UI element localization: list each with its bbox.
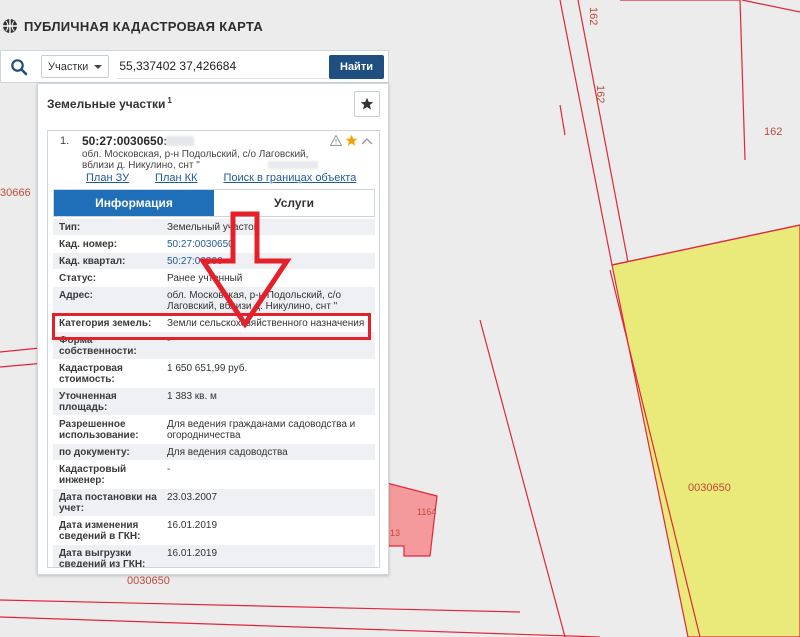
search-type-label: Участки	[48, 60, 89, 73]
property-row: по документу: Для ведения садоводства	[53, 444, 375, 461]
property-label: Дата изменения сведений в ГКН:	[59, 520, 141, 542]
property-label: Разрешенное использование:	[59, 419, 139, 441]
favorites-button[interactable]	[354, 91, 380, 117]
chevron-down-icon	[94, 64, 103, 69]
map-label-right-small: 162	[764, 126, 782, 138]
property-value: 16.01.2019	[167, 520, 218, 531]
star-icon[interactable]	[345, 134, 358, 147]
property-label: по документу:	[59, 447, 130, 458]
result-index: 1.	[60, 135, 70, 147]
property-row: Кадастровая стоимость: 1 650 651,99 руб.	[53, 360, 375, 388]
result-count: 1	[167, 96, 172, 105]
warning-icon[interactable]	[330, 135, 342, 146]
panel-header: Земельные участки 1	[38, 84, 388, 122]
property-value: 1 650 651,99 руб.	[167, 363, 248, 374]
search-input[interactable]	[117, 54, 330, 79]
result-icons	[330, 134, 373, 147]
annotation-arrow-icon	[198, 211, 292, 329]
property-label: Дата постановки на учет:	[59, 492, 157, 514]
property-label: Статус:	[59, 273, 97, 284]
property-value: 16.01.2019	[167, 548, 218, 559]
annotation-highlight-box	[52, 313, 371, 340]
property-value: Для ведения гражданами садоводства и ого…	[167, 419, 356, 441]
property-value: 1 383 кв. м	[167, 391, 217, 402]
panel-title-text: Земельные участки	[47, 97, 166, 111]
property-label: Кад. номер:	[59, 239, 118, 250]
property-value: 23.03.2007	[167, 492, 218, 503]
map-label-road-top: 162	[587, 7, 599, 25]
star-icon	[360, 97, 374, 110]
map-label-parcel-right: 0030650	[688, 482, 731, 494]
map-label-road-mid: 162	[594, 85, 606, 103]
find-button[interactable]: Найти	[329, 55, 384, 79]
map-label-parcel-left: 30666	[0, 187, 31, 199]
property-row: Кадастровый инженер: -	[53, 461, 375, 489]
redacted-mark	[166, 136, 194, 146]
search-bar: Участки × Найти	[0, 50, 389, 83]
map-label-building: 1164	[417, 507, 436, 517]
property-row: Разрешенное использование: Для ведения гр…	[53, 416, 375, 444]
property-label: Адрес:	[59, 290, 93, 301]
property-row: Уточненная площадь: 1 383 кв. м	[53, 388, 375, 416]
property-label: Дата выгрузки сведений из ГКН:	[59, 548, 146, 568]
app-title: ПУБЛИЧНАЯ КАДАСТРОВАЯ КАРТА	[24, 18, 264, 34]
panel-title: Земельные участки 1	[47, 96, 172, 111]
map-label-building-edge: 13	[390, 528, 400, 538]
property-label: Тип:	[59, 222, 81, 233]
result-cad-number: 50:27:0030650:	[82, 134, 168, 148]
property-value: Для ведения садоводства	[167, 447, 288, 458]
property-row: Дата постановки на учет: 23.03.2007	[53, 489, 375, 517]
redacted-mark	[268, 161, 318, 169]
app-header: ПУБЛИЧНАЯ КАДАСТРОВАЯ КАРТА	[0, 12, 263, 40]
map-label-parcel-bottom: 0030650	[127, 575, 170, 587]
property-label: Кадастровая стоимость:	[59, 363, 123, 385]
chevron-up-icon[interactable]	[361, 137, 373, 145]
app-logo-icon	[3, 19, 17, 33]
property-label: Кадастровый инженер:	[59, 464, 127, 486]
result-card[interactable]: 1. 50:27:0030650: обл. Московская, р-н П…	[47, 130, 380, 568]
property-row: Дата изменения сведений в ГКН: 16.01.2019	[53, 517, 375, 545]
property-value: -	[167, 464, 171, 475]
search-type-select[interactable]: Участки	[41, 55, 110, 78]
property-label: Уточненная площадь:	[59, 391, 117, 413]
property-label: Кад. квартал:	[59, 256, 126, 267]
search-icon[interactable]	[1, 51, 37, 82]
property-row: Дата выгрузки сведений из ГКН: 16.01.2019	[53, 545, 375, 568]
tab-information[interactable]: Информация	[54, 190, 214, 216]
